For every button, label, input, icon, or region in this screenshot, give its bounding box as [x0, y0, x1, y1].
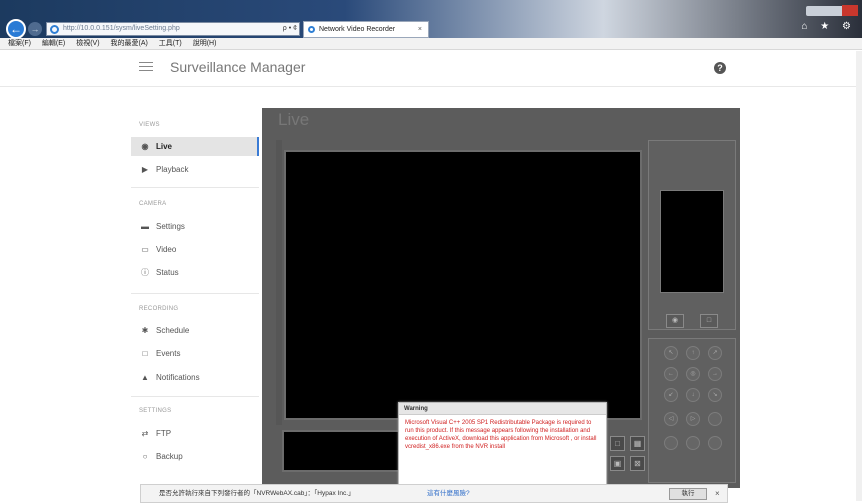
hamburger-menu-icon[interactable] — [139, 62, 153, 72]
divider — [131, 293, 259, 294]
bell-icon: ▲ — [141, 373, 149, 382]
ptz-left-button[interactable]: ← — [664, 367, 678, 381]
activex-notification-bar: 是否允許執行來自下列發行者的「NVRWebAX.cab」：「Hypax Inc.… — [140, 484, 728, 503]
ptz-up-left-button[interactable]: ↖ — [664, 346, 678, 360]
record-button[interactable]: □ — [700, 314, 718, 328]
menu-bar: 檔案(F) 編輯(E) 檢視(V) 我的最愛(A) 工具(T) 說明(H) — [0, 38, 862, 50]
menu-favorites[interactable]: 我的最愛(A) — [111, 40, 148, 47]
ptz-focus-button[interactable] — [708, 412, 722, 426]
ptz-preset-button[interactable] — [708, 436, 722, 450]
notification-text: 是否允許執行來自下列發行者的「NVRWebAX.cab」：「Hypax Inc.… — [159, 490, 355, 497]
divider — [131, 187, 259, 188]
address-url: http://10.0.0.151/sysm/liveSetting.php — [63, 25, 180, 32]
app-title: Surveillance Manager — [170, 59, 306, 75]
help-icon[interactable]: ? — [714, 62, 726, 74]
menu-view[interactable]: 檢視(V) — [76, 40, 99, 47]
warning-dialog: Warning Microsoft Visual C++ 2005 SP1 Re… — [398, 402, 607, 492]
sidebar-item-label: Playback — [156, 165, 189, 174]
sidebar-item-label: Video — [156, 245, 177, 254]
tab-title: Network Video Recorder — [319, 26, 396, 33]
sidebar-item-label: Backup — [156, 452, 183, 461]
ptz-zoom-out-button[interactable]: ◁ — [664, 412, 678, 426]
info-icon: ⓘ — [141, 268, 149, 277]
sidebar-item-label: Status — [156, 268, 179, 277]
tab-favicon-icon — [308, 26, 315, 33]
browser-tab[interactable]: Network Video Recorder × — [303, 21, 429, 38]
sidebar-item-label: Settings — [156, 222, 185, 231]
tab-close-icon[interactable]: × — [418, 22, 422, 37]
layout-grid-button[interactable]: ▦ — [630, 436, 645, 451]
ftp-icon: ⇄ — [141, 429, 149, 438]
snapshot-button[interactable]: ◉ — [666, 314, 684, 328]
section-header-recording: RECORDING — [139, 306, 179, 312]
menu-file[interactable]: 檔案(F) — [8, 40, 31, 47]
address-controls[interactable]: ρ • ¢ — [268, 22, 300, 36]
risk-info-link[interactable]: 這有什麼風險? — [427, 485, 470, 503]
sidebar-item-ftp[interactable]: ⇄ FTP — [131, 424, 259, 443]
fullscreen-button[interactable]: ▣ — [610, 456, 625, 471]
browser-chrome: ← → http://10.0.0.151/sysm/liveSetting.p… — [0, 0, 862, 50]
live-video-view[interactable] — [284, 150, 642, 420]
menu-help[interactable]: 說明(H) — [193, 40, 217, 47]
sidebar-item-label: Notifications — [156, 373, 200, 382]
close-icon[interactable]: × — [715, 485, 720, 503]
play-icon: ▶ — [141, 165, 149, 174]
back-button[interactable]: ← — [6, 19, 26, 39]
ptz-down-right-button[interactable]: ↘ — [708, 388, 722, 402]
sidebar-item-status[interactable]: ⓘ Status — [131, 263, 259, 282]
sidebar-item-live[interactable]: ◉ Live — [131, 137, 259, 156]
gear-icon: ✱ — [141, 326, 149, 335]
sidebar-item-backup[interactable]: ○ Backup — [131, 447, 259, 466]
split-view-button[interactable]: ⊠ — [630, 456, 645, 471]
backup-icon: ○ — [142, 452, 148, 461]
sidebar-item-notifications[interactable]: ▲ Notifications — [131, 368, 259, 387]
run-button[interactable]: 執行 — [669, 488, 707, 500]
window-close-button[interactable] — [842, 5, 858, 16]
camera-preview-thumbnail[interactable] — [660, 190, 724, 293]
calendar-icon: □ — [142, 349, 148, 358]
menu-tools[interactable]: 工具(T) — [159, 40, 182, 47]
camera-settings-icon: ▬ — [141, 222, 149, 231]
page-scrollbar[interactable] — [856, 51, 862, 501]
layout-button[interactable]: □ — [610, 436, 625, 451]
browser-toolbar-icons[interactable]: ⌂ ★ ⚙ — [801, 21, 856, 32]
page-title: Live — [278, 110, 310, 129]
sidebar-item-playback[interactable]: ▶ Playback — [131, 160, 259, 179]
menu-edit[interactable]: 編輯(E) — [42, 40, 65, 47]
ptz-up-right-button[interactable]: ↗ — [708, 346, 722, 360]
ptz-preset-button[interactable] — [686, 436, 700, 450]
sidebar-item-label: Events — [156, 349, 181, 358]
ptz-zoom-in-button[interactable]: ▷ — [686, 412, 700, 426]
ie-icon — [50, 25, 59, 34]
sidebar-item-label: Schedule — [156, 326, 190, 335]
video-icon: ▭ — [141, 245, 149, 254]
section-header-settings: SETTINGS — [139, 408, 172, 414]
ptz-up-button[interactable]: ↑ — [686, 346, 700, 360]
app-header — [0, 51, 862, 87]
ptz-home-button[interactable]: ◎ — [686, 367, 700, 381]
ptz-preset-button[interactable] — [664, 436, 678, 450]
forward-button[interactable]: → — [28, 22, 42, 36]
sidebar-item-settings[interactable]: ▬ Settings — [131, 217, 259, 236]
address-bar[interactable]: http://10.0.0.151/sysm/liveSetting.php — [46, 22, 300, 36]
divider — [131, 396, 259, 397]
ptz-down-button[interactable]: ↓ — [686, 388, 700, 402]
section-header-camera: CAMERA — [139, 201, 167, 207]
sidebar-item-label: Live — [156, 142, 173, 151]
sidebar-item-events[interactable]: □ Events — [131, 344, 259, 363]
ptz-down-left-button[interactable]: ↙ — [664, 388, 678, 402]
video-info-bar — [282, 430, 402, 472]
sidebar-item-video[interactable]: ▭ Video — [131, 240, 259, 259]
ptz-right-button[interactable]: → — [708, 367, 722, 381]
warning-title: Warning — [399, 403, 606, 415]
eye-icon: ◉ — [141, 142, 149, 151]
sidebar-item-schedule[interactable]: ✱ Schedule — [131, 321, 259, 340]
sidebar-item-label: FTP — [156, 429, 172, 438]
warning-message: Microsoft Visual C++ 2005 SP1 Redistribu… — [405, 420, 597, 450]
section-header-views: VIEWS — [139, 122, 160, 128]
panel-strip — [276, 140, 282, 425]
